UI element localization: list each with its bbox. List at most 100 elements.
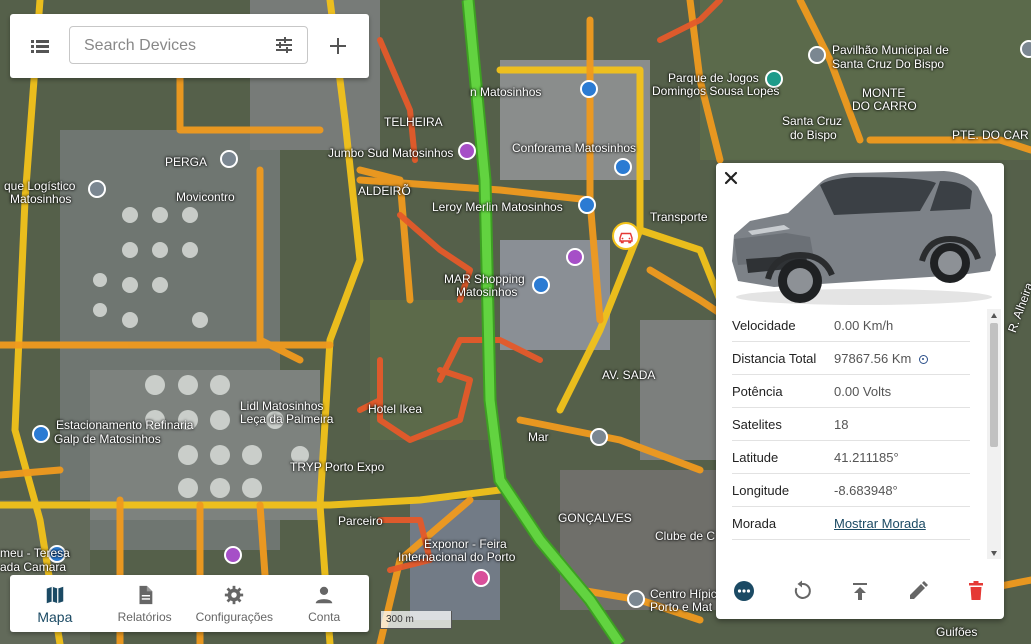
map-label: Pavilhão Municipal de [832, 43, 949, 57]
device-search-panel [10, 14, 369, 78]
close-icon[interactable] [722, 169, 740, 187]
attribute-key: Latitude [732, 440, 834, 474]
map-poi-marker[interactable] [590, 428, 608, 446]
map-label: Santa Cruz Do Bispo [832, 57, 945, 71]
nav-item-label: Mapa [37, 609, 73, 625]
map-label: GONÇALVES [558, 511, 632, 525]
attribute-value: 41.211185° [834, 440, 970, 474]
map-label: Galp de Matosinhos [54, 432, 161, 446]
map-poi-marker[interactable] [566, 248, 584, 266]
map-label: Santa Cruz [782, 114, 843, 128]
map-poi-marker[interactable] [580, 80, 598, 98]
scrollbar[interactable] [987, 309, 1001, 559]
car-icon [619, 232, 633, 244]
map-label: Guifões [936, 625, 978, 639]
map-poi-marker[interactable] [88, 180, 106, 198]
search-input[interactable] [82, 35, 266, 57]
attributes-table: Velocidade 0.00 Km/h Distancia Total 978… [732, 309, 970, 540]
table-row: Longitude -8.683948° [732, 473, 970, 507]
nav-item-settings[interactable]: Configurações [190, 575, 280, 632]
map-poi-marker[interactable] [472, 569, 490, 587]
map-label: TRYP Porto Expo [290, 460, 385, 474]
map-poi-marker[interactable] [1020, 40, 1031, 58]
attribute-key: Morada [732, 506, 834, 540]
map-label: Hotel Ikea [368, 402, 423, 416]
map-label: DO CARRO [852, 99, 917, 113]
publish-icon[interactable] [848, 579, 872, 603]
map-scale-label: 300 m [386, 614, 414, 625]
attribute-value-cell: 97867.56 Km [834, 341, 970, 375]
map-label: Leça da Palmeira [240, 412, 334, 426]
device-status-card: Velocidade 0.00 Km/h Distancia Total 978… [716, 163, 1004, 619]
list-icon[interactable] [30, 36, 50, 56]
table-row: Morada Mostrar Morada [732, 506, 970, 540]
map-label: Matosinhos [10, 192, 72, 206]
nav-item-label: Conta [308, 610, 341, 624]
map-label: TELHEIRA [384, 115, 443, 129]
map-poi-marker[interactable] [532, 276, 550, 294]
attribute-key: Satelites [732, 407, 834, 441]
map-poi-marker[interactable] [578, 196, 596, 214]
map-label: meu - Teresa [0, 546, 70, 560]
attribute-value: 0.00 Volts [834, 374, 970, 408]
map-label: Parceiro [338, 514, 383, 528]
map-label: Porto e Mat [650, 600, 713, 614]
attribute-key: Velocidade [732, 309, 834, 342]
attributes-scroll-area[interactable]: Velocidade 0.00 Km/h Distancia Total 978… [716, 309, 1004, 559]
table-row: Latitude 41.211185° [732, 440, 970, 474]
nav-item-account[interactable]: Conta [279, 575, 369, 632]
search-field [69, 26, 308, 64]
card-actions [716, 575, 1004, 607]
map-poi-marker[interactable] [614, 158, 632, 176]
map-label: AV. SADA [602, 368, 656, 382]
map-poi-marker[interactable] [808, 46, 826, 64]
map-poi-marker[interactable] [220, 150, 238, 168]
attribute-value: 97867.56 Km [834, 350, 912, 366]
nav-item-reports[interactable]: Relatórios [100, 575, 190, 632]
map-scale: 300 m [380, 611, 452, 629]
show-address-link[interactable]: Mostrar Morada [834, 516, 926, 531]
map-poi-marker[interactable] [224, 546, 242, 564]
replay-icon[interactable] [790, 579, 814, 603]
attribute-value: 0.00 Km/h [834, 309, 970, 342]
parking-icon[interactable] [32, 425, 50, 443]
nav-item-label: Relatórios [117, 610, 172, 624]
scrollbar-thumb[interactable] [990, 323, 998, 447]
pencil-icon[interactable] [906, 579, 930, 603]
attribute-value: 18 [834, 407, 970, 441]
table-row: Velocidade 0.00 Km/h [732, 309, 970, 342]
info-icon[interactable] [919, 354, 929, 364]
map-label: Leroy Merlin Matosinhos [432, 200, 563, 214]
map-label: Clube de C [655, 529, 716, 543]
map-poi-marker[interactable] [627, 590, 645, 608]
more-horizontal-icon[interactable] [732, 579, 756, 603]
attribute-key: Distancia Total [732, 341, 834, 375]
device-image [724, 163, 1000, 309]
map-label: Mar [528, 430, 549, 444]
nav-item-label: Configurações [195, 610, 274, 624]
map-label: ALDEIRÕ [358, 184, 411, 198]
plus-icon[interactable] [328, 36, 348, 56]
person-icon [315, 586, 333, 604]
table-row: Potência 0.00 Volts [732, 374, 970, 408]
device-marker[interactable] [612, 222, 640, 250]
map-label: n Matosinhos [470, 85, 542, 99]
bottom-navigation: Mapa Relatórios Configurações Conta [10, 575, 369, 632]
map-label: PTE. DO CAR [952, 128, 1029, 142]
attribute-key: Potência [732, 374, 834, 408]
scroll-down-arrow-icon[interactable] [991, 551, 997, 556]
gear-icon [225, 585, 244, 605]
nav-item-map[interactable]: Mapa [10, 575, 100, 632]
map-label: Movicontro [176, 190, 235, 204]
description-icon [139, 585, 152, 605]
map-poi-marker[interactable] [458, 142, 476, 160]
map-label: Matosinhos [456, 285, 518, 299]
map-label: Conforama Matosinhos [512, 141, 637, 155]
map-label: Transporte [650, 210, 708, 224]
scroll-up-arrow-icon[interactable] [991, 313, 997, 318]
table-row: Distancia Total 97867.56 Km [732, 341, 970, 375]
trash-icon[interactable] [964, 579, 988, 603]
map-label: Domingos Sousa Lopes [652, 84, 780, 98]
tune-icon[interactable] [275, 36, 293, 54]
attribute-value: -8.683948° [834, 473, 970, 507]
